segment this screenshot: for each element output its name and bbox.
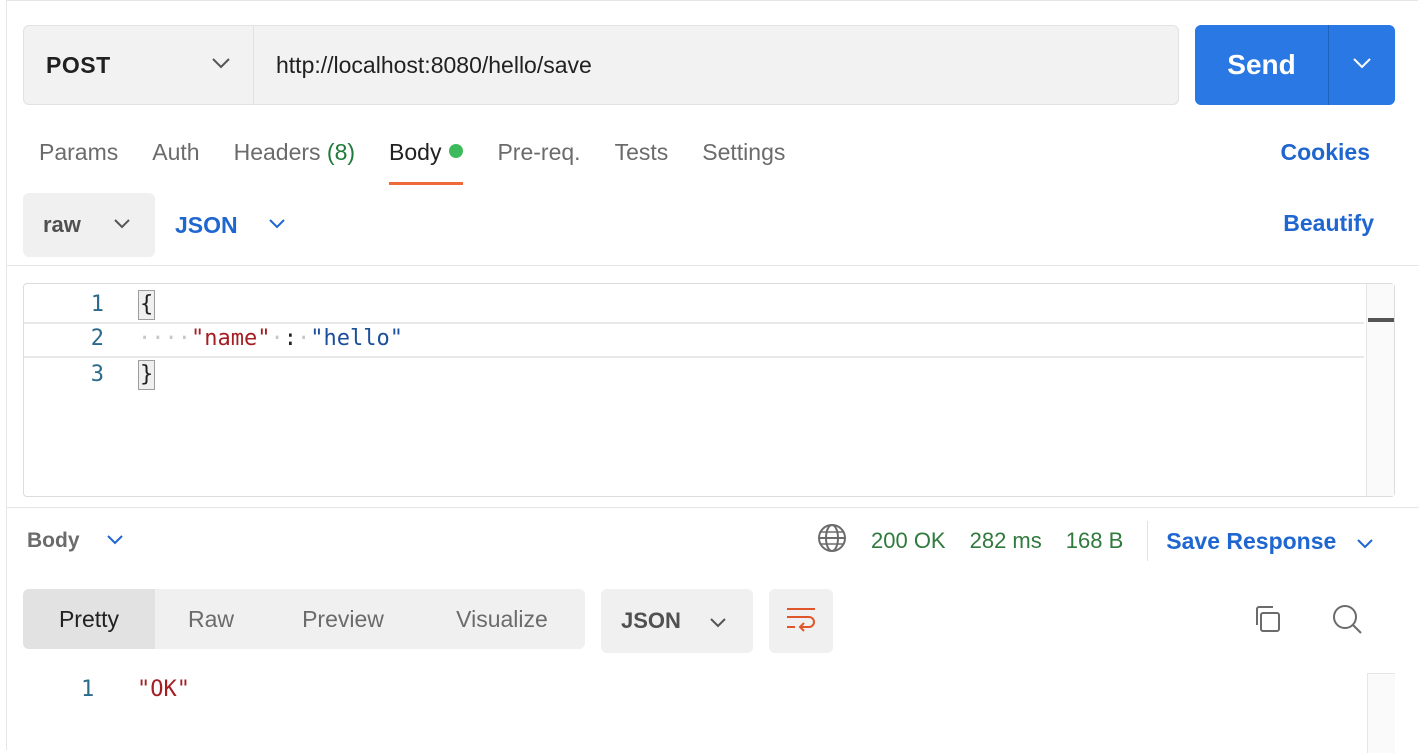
send-button-group: Send — [1195, 25, 1395, 105]
request-tabs: Params Auth Headers (8) Body Pre-req. Te… — [39, 131, 819, 187]
line-number: 2 — [90, 326, 104, 351]
url-bar: POST http://localhost:8080/hello/save — [23, 25, 1179, 105]
tab-params-label: Params — [39, 139, 119, 165]
body-mode-label: raw — [43, 212, 81, 237]
response-content: "OK" — [137, 677, 190, 702]
body-indicator-dot — [449, 144, 464, 158]
json-value: "hello" — [310, 326, 403, 351]
tab-auth[interactable]: Auth — [152, 131, 199, 185]
copy-button[interactable] — [1247, 601, 1287, 641]
wrap-lines-icon — [785, 605, 817, 638]
divider — [1147, 521, 1149, 561]
tab-visualize[interactable]: Visualize — [419, 589, 585, 649]
tab-headers-label: Headers — [233, 139, 321, 165]
response-section-label: Body — [27, 529, 80, 552]
tab-settings-label: Settings — [702, 139, 786, 165]
send-options-button[interactable] — [1329, 25, 1395, 105]
body-language-label: JSON — [175, 211, 238, 238]
search-button[interactable] — [1327, 601, 1367, 641]
response-time[interactable]: 282 ms — [970, 528, 1042, 554]
json-key: "name" — [190, 326, 271, 351]
tab-prereq-label: Pre-req. — [497, 139, 581, 165]
response-view-tabs: Pretty Raw Preview Visualize — [23, 589, 585, 649]
beautify-button[interactable]: Beautify — [1283, 210, 1374, 237]
wrap-lines-button[interactable] — [769, 589, 833, 653]
divider — [7, 265, 1419, 266]
line-number: 1 — [81, 677, 95, 702]
response-format-label: JSON — [621, 608, 681, 633]
open-brace: { — [138, 290, 156, 320]
response-size[interactable]: 168 B — [1066, 528, 1124, 554]
url-text: http://localhost:8080/hello/save — [276, 51, 592, 78]
save-response-label: Save Response — [1166, 527, 1337, 554]
line-number: 1 — [90, 292, 104, 317]
body-mode-select[interactable]: raw — [23, 193, 155, 257]
search-icon — [1331, 603, 1363, 640]
tab-tests-label: Tests — [614, 139, 669, 165]
chevron-down-icon — [106, 532, 124, 550]
chevron-down-icon — [1356, 528, 1374, 555]
line-number: 3 — [90, 362, 104, 387]
method-label: POST — [46, 51, 111, 78]
headers-count-badge: (8) — [326, 139, 356, 165]
tab-body[interactable]: Body — [389, 131, 464, 185]
status-code[interactable]: 200 OK — [871, 528, 946, 554]
tab-auth-label: Auth — [152, 139, 200, 165]
chevron-down-icon — [113, 216, 131, 234]
chevron-down-icon — [211, 56, 231, 74]
editor-line: 3 } — [24, 358, 1364, 394]
request-body-editor[interactable]: 1 { 2 ····"name"·:·"hello" 3 } — [23, 283, 1395, 497]
globe-icon[interactable] — [817, 523, 847, 559]
tab-preview[interactable]: Preview — [267, 589, 419, 649]
url-input[interactable]: http://localhost:8080/hello/save — [254, 26, 1178, 104]
save-response-button[interactable]: Save Response — [1166, 528, 1374, 555]
response-meta: 200 OK 282 ms 168 B Save Response — [817, 521, 1374, 561]
scrollbar-thumb[interactable] — [1368, 318, 1394, 322]
body-language-select[interactable]: JSON — [175, 193, 286, 257]
request-panel: POST http://localhost:8080/hello/save Se… — [6, 0, 1419, 753]
method-select[interactable]: POST — [24, 26, 254, 104]
tab-raw[interactable]: Raw — [155, 589, 267, 649]
tab-params[interactable]: Params — [39, 131, 118, 185]
close-brace: } — [138, 360, 156, 390]
editor-line-active: 2 ····"name"·:·"hello" — [24, 322, 1364, 358]
chevron-down-icon — [1352, 56, 1372, 74]
response-section-select[interactable]: Body — [27, 524, 124, 558]
cookies-link[interactable]: Cookies — [1281, 139, 1370, 166]
tab-prereq[interactable]: Pre-req. — [497, 131, 580, 185]
response-format-select[interactable]: JSON — [601, 589, 753, 653]
editor-line: 1 { — [24, 288, 1364, 324]
editor-scrollbar[interactable] — [1366, 284, 1394, 496]
tab-settings[interactable]: Settings — [702, 131, 785, 185]
response-scrollbar[interactable] — [1367, 673, 1395, 753]
copy-icon — [1251, 603, 1283, 640]
json-colon: : — [283, 326, 297, 351]
tab-tests[interactable]: Tests — [615, 131, 669, 185]
tab-pretty[interactable]: Pretty — [23, 589, 155, 649]
divider — [7, 507, 1419, 508]
tab-headers[interactable]: Headers (8) — [234, 131, 355, 185]
chevron-down-icon — [268, 216, 286, 234]
tab-body-label: Body — [389, 139, 442, 165]
send-button[interactable]: Send — [1195, 25, 1329, 105]
response-body-viewer[interactable]: 1 "OK" — [23, 669, 1395, 753]
chevron-down-icon — [709, 608, 727, 634]
